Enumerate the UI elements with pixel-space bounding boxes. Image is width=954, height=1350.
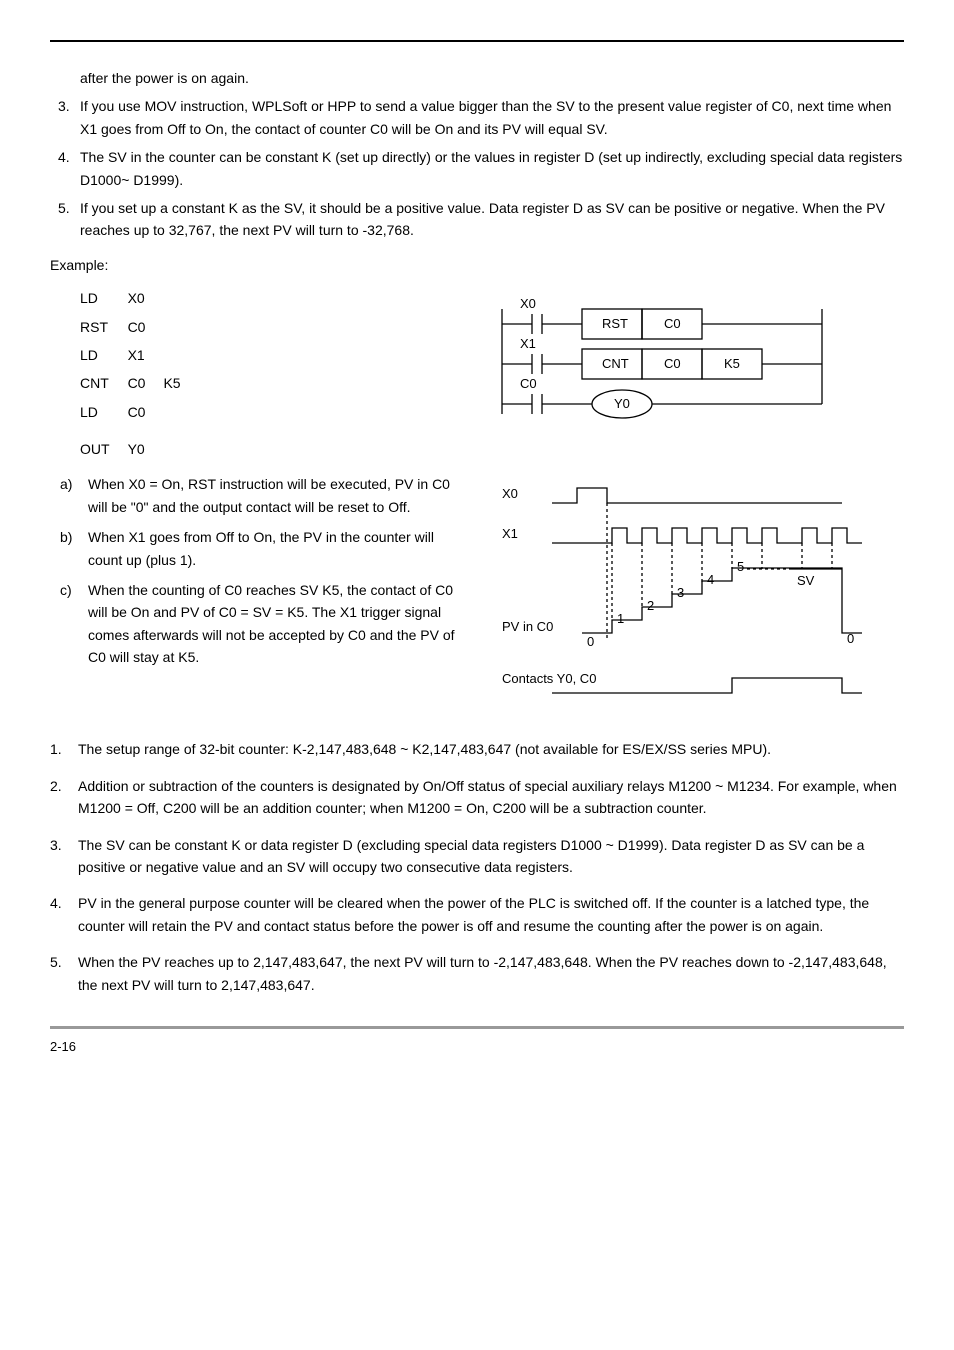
bottom-numbered-list: 1. The setup range of 32-bit counter: K-2… bbox=[50, 738, 904, 996]
page-number: 2-16 bbox=[50, 1037, 904, 1058]
list-num: 5. bbox=[58, 197, 70, 219]
timing-label-5: 5 bbox=[737, 559, 744, 574]
lettered-text: When the counting of C0 reaches SV K5, t… bbox=[88, 582, 455, 665]
letter-marker: c) bbox=[60, 579, 72, 601]
ladder-label-x1: X1 bbox=[520, 336, 536, 351]
intro-continuation: after the power is on again. bbox=[80, 67, 904, 89]
lettered-item-a: a) When X0 = On, RST instruction will be … bbox=[60, 473, 472, 518]
table-row: LDX0 bbox=[80, 284, 199, 312]
instr-arg: C0 bbox=[128, 313, 164, 341]
ladder-label-c0: C0 bbox=[664, 316, 681, 331]
timing-label-x1: X1 bbox=[502, 526, 518, 541]
lettered-text: When X1 goes from Off to On, the PV in t… bbox=[88, 529, 434, 567]
instr-op: CNT bbox=[80, 369, 128, 397]
lettered-list: a) When X0 = On, RST instruction will be … bbox=[60, 473, 472, 668]
instr-arg bbox=[163, 313, 198, 341]
ladder-diagram-column: X0 RST C0 X1 CNT C0 K5 C0 Y0 bbox=[482, 284, 904, 434]
instr-op: LD bbox=[80, 341, 128, 369]
instr-op: LD bbox=[80, 398, 128, 426]
timing-label-1: 1 bbox=[617, 611, 624, 626]
lettered-column: a) When X0 = On, RST instruction will be … bbox=[50, 463, 482, 676]
table-row: RSTC0 bbox=[80, 313, 199, 341]
timing-label-0r: 0 bbox=[847, 631, 854, 646]
timing-label-4: 4 bbox=[707, 572, 714, 587]
instr-arg: K5 bbox=[163, 369, 198, 397]
table-row: CNTC0K5 bbox=[80, 369, 199, 397]
timing-label-contacts: Contacts Y0, C0 bbox=[502, 671, 596, 686]
list-text: The setup range of 32-bit counter: K-2,1… bbox=[78, 741, 771, 757]
top-rule bbox=[50, 40, 904, 42]
list-item-4: 4. The SV in the counter can be constant … bbox=[58, 146, 904, 191]
ladder-label-cnt: CNT bbox=[602, 356, 629, 371]
ladder-diagram: X0 RST C0 X1 CNT C0 K5 C0 Y0 bbox=[482, 284, 862, 434]
instr-op: OUT bbox=[80, 426, 128, 463]
instr-arg bbox=[163, 426, 198, 463]
instr-arg: C0 bbox=[128, 398, 164, 426]
ladder-label-rst: RST bbox=[602, 316, 628, 331]
ladder-label-y0: Y0 bbox=[614, 396, 630, 411]
instr-arg: Y0 bbox=[128, 426, 164, 463]
list-text: PV in the general purpose counter will b… bbox=[78, 895, 869, 933]
list-text: If you set up a constant K as the SV, it… bbox=[80, 200, 885, 238]
table-row: LDC0 bbox=[80, 398, 199, 426]
instruction-table: LDX0 RSTC0 LDX1 CNTC0K5 LDC0 OUTY0 bbox=[80, 284, 199, 463]
list-num: 2. bbox=[50, 775, 62, 797]
list-item-3: 3. If you use MOV instruction, WPLSoft or… bbox=[58, 95, 904, 140]
timing-label-pv: PV in C0 bbox=[502, 619, 553, 634]
letter-marker: a) bbox=[60, 473, 72, 495]
list-num: 1. bbox=[50, 738, 62, 760]
lettered-text: When X0 = On, RST instruction will be ex… bbox=[88, 476, 450, 514]
list-text: The SV can be constant K or data registe… bbox=[78, 837, 864, 875]
list-item-b4: 4. PV in the general purpose counter will… bbox=[50, 892, 904, 937]
instr-op: LD bbox=[80, 284, 128, 312]
ladder-label-c0c: C0 bbox=[520, 376, 537, 391]
timing-label-0: 0 bbox=[587, 634, 594, 649]
letter-marker: b) bbox=[60, 526, 72, 548]
list-item-5: 5. If you set up a constant K as the SV, … bbox=[58, 197, 904, 242]
instr-arg: X1 bbox=[128, 341, 164, 369]
instr-op: RST bbox=[80, 313, 128, 341]
instr-arg bbox=[163, 341, 198, 369]
list-num: 3. bbox=[50, 834, 62, 856]
ladder-label-x0: X0 bbox=[520, 296, 536, 311]
list-item-b5: 5. When the PV reaches up to 2,147,483,64… bbox=[50, 951, 904, 996]
timing-diagram: X0 X1 PV in C0 Contacts Y0, C0 0 1 2 3 4… bbox=[482, 463, 902, 713]
table-row: OUTY0 bbox=[80, 426, 199, 463]
list-num: 4. bbox=[50, 892, 62, 914]
instruction-column: LDX0 RSTC0 LDX1 CNTC0K5 LDC0 OUTY0 bbox=[50, 284, 482, 463]
list-text: Addition or subtraction of the counters … bbox=[78, 778, 897, 816]
instr-arg: C0 bbox=[128, 369, 164, 397]
list-num: 4. bbox=[58, 146, 70, 168]
instr-arg bbox=[163, 398, 198, 426]
example-row-2: a) When X0 = On, RST instruction will be … bbox=[50, 463, 904, 713]
list-item-b2: 2. Addition or subtraction of the counter… bbox=[50, 775, 904, 820]
top-numbered-list: 3. If you use MOV instruction, WPLSoft or… bbox=[58, 95, 904, 241]
list-text: The SV in the counter can be constant K … bbox=[80, 149, 902, 187]
list-text: When the PV reaches up to 2,147,483,647,… bbox=[78, 954, 887, 992]
ladder-label-k5: K5 bbox=[724, 356, 740, 371]
lettered-item-b: b) When X1 goes from Off to On, the PV in… bbox=[60, 526, 472, 571]
list-text: If you use MOV instruction, WPLSoft or H… bbox=[80, 98, 891, 136]
bottom-rule bbox=[50, 1026, 904, 1029]
timing-label-sv: SV bbox=[797, 573, 815, 588]
lettered-item-c: c) When the counting of C0 reaches SV K5,… bbox=[60, 579, 472, 669]
list-num: 5. bbox=[50, 951, 62, 973]
table-row: LDX1 bbox=[80, 341, 199, 369]
timing-diagram-column: X0 X1 PV in C0 Contacts Y0, C0 0 1 2 3 4… bbox=[482, 463, 904, 713]
example-row-1: LDX0 RSTC0 LDX1 CNTC0K5 LDC0 OUTY0 bbox=[50, 284, 904, 463]
example-label: Example: bbox=[50, 254, 904, 276]
instr-arg: X0 bbox=[128, 284, 164, 312]
ladder-label-c0b: C0 bbox=[664, 356, 681, 371]
timing-label-2: 2 bbox=[647, 598, 654, 613]
timing-label-x0: X0 bbox=[502, 486, 518, 501]
list-item-b1: 1. The setup range of 32-bit counter: K-2… bbox=[50, 738, 904, 760]
instr-arg bbox=[163, 284, 198, 312]
list-item-b3: 3. The SV can be constant K or data regis… bbox=[50, 834, 904, 879]
timing-label-3: 3 bbox=[677, 585, 684, 600]
list-num: 3. bbox=[58, 95, 70, 117]
